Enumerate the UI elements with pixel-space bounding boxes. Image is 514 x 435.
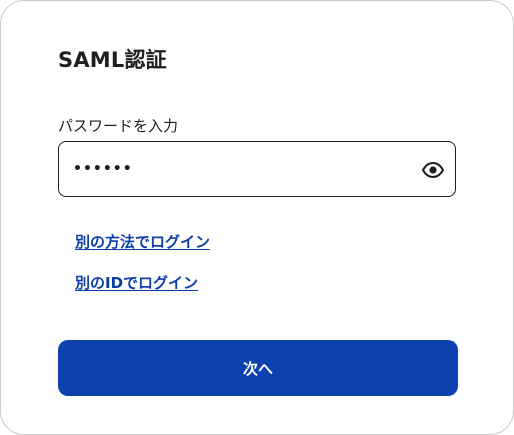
next-button[interactable]: 次へ: [58, 340, 458, 396]
eye-icon: [422, 162, 444, 178]
show-password-button[interactable]: [421, 158, 445, 182]
password-label: パスワードを入力: [58, 117, 179, 135]
password-input[interactable]: [73, 142, 403, 196]
saml-auth-card: SAML認証 パスワードを入力 別の方法でログイン 別のIDでログイン 次へ: [0, 0, 514, 435]
login-other-id-link[interactable]: 別のIDでログイン: [75, 272, 198, 294]
page-title: SAML認証: [58, 48, 167, 72]
password-field[interactable]: [58, 141, 456, 197]
login-other-method-link[interactable]: 別の方法でログイン: [75, 231, 210, 253]
